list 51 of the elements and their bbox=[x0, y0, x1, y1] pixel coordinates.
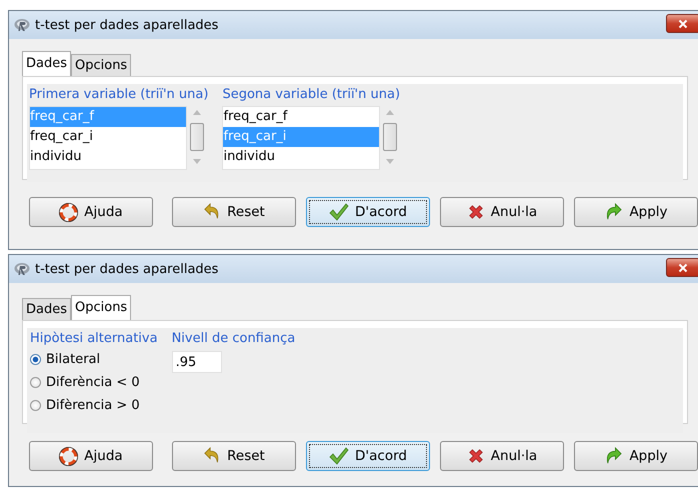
close-icon bbox=[678, 262, 688, 272]
apply-button[interactable]: Apply bbox=[574, 197, 698, 227]
scroll-down-icon[interactable] bbox=[192, 159, 200, 164]
cancel-button[interactable]: Anul·la bbox=[440, 197, 564, 227]
radio-option[interactable]: Diferència < 0 bbox=[30, 371, 158, 394]
list-item[interactable]: individu bbox=[223, 147, 380, 167]
group-label: Hipòtesi alternativa bbox=[30, 330, 158, 348]
close-icon bbox=[678, 18, 688, 28]
scroll-up-icon[interactable] bbox=[386, 110, 394, 115]
radio-option[interactable]: Difèrencia > 0 bbox=[30, 394, 158, 417]
field-label: Nivell de confiança bbox=[172, 330, 296, 348]
variable-listbox[interactable]: freq_car_f freq_car_i individu bbox=[222, 106, 380, 170]
scroll-down-icon[interactable] bbox=[386, 159, 394, 164]
window-title: t-test per dades aparellades bbox=[35, 18, 218, 32]
ok-button[interactable]: D'acord bbox=[306, 197, 430, 227]
window-title: t-test per dades aparellades bbox=[35, 262, 218, 276]
checkmark-icon bbox=[329, 446, 350, 466]
radio-button[interactable] bbox=[30, 354, 41, 365]
redo-arrow-icon bbox=[604, 202, 624, 222]
scroll-up-icon[interactable] bbox=[192, 110, 200, 115]
tab[interactable]: Opcions bbox=[71, 54, 132, 76]
checkmark-icon bbox=[329, 202, 350, 222]
close-button[interactable] bbox=[666, 14, 698, 33]
cancel-x-icon bbox=[466, 203, 485, 221]
tab[interactable]: Dades bbox=[22, 51, 71, 76]
help-button[interactable]: Ajuda bbox=[29, 197, 153, 227]
list-item[interactable]: freq_car_i bbox=[30, 127, 186, 147]
cancel-button[interactable]: Anul·la bbox=[440, 441, 564, 471]
apply-button[interactable]: Apply bbox=[574, 441, 698, 471]
radio-button[interactable] bbox=[30, 400, 41, 411]
tab[interactable]: Dades bbox=[22, 298, 71, 320]
list-label: Segona variable (triï'n una) bbox=[222, 86, 400, 104]
lifebuoy-icon bbox=[59, 446, 78, 466]
variable-listbox[interactable]: freq_car_f freq_car_i individu bbox=[29, 106, 187, 170]
r-logo-icon bbox=[14, 262, 30, 276]
ok-button[interactable]: D'acord bbox=[306, 441, 430, 471]
cancel-x-icon bbox=[466, 447, 485, 465]
radio-button[interactable] bbox=[30, 377, 41, 388]
input-field[interactable]: .95 bbox=[172, 351, 222, 373]
help-button[interactable]: Ajuda bbox=[29, 441, 153, 471]
radio-option[interactable]: Bilateral bbox=[30, 348, 158, 371]
redo-arrow-icon bbox=[604, 446, 624, 466]
tab[interactable]: Opcions bbox=[71, 295, 132, 320]
list-item[interactable]: freq_car_f bbox=[223, 107, 380, 127]
reset-button[interactable]: Reset bbox=[172, 441, 296, 471]
lifebuoy-icon bbox=[59, 202, 78, 222]
list-label: Primera variable (triï'n una) bbox=[29, 86, 208, 104]
close-button[interactable] bbox=[666, 258, 698, 277]
list-item[interactable]: individu bbox=[30, 147, 186, 167]
reset-button[interactable]: Reset bbox=[172, 197, 296, 227]
r-logo-icon bbox=[14, 18, 30, 32]
